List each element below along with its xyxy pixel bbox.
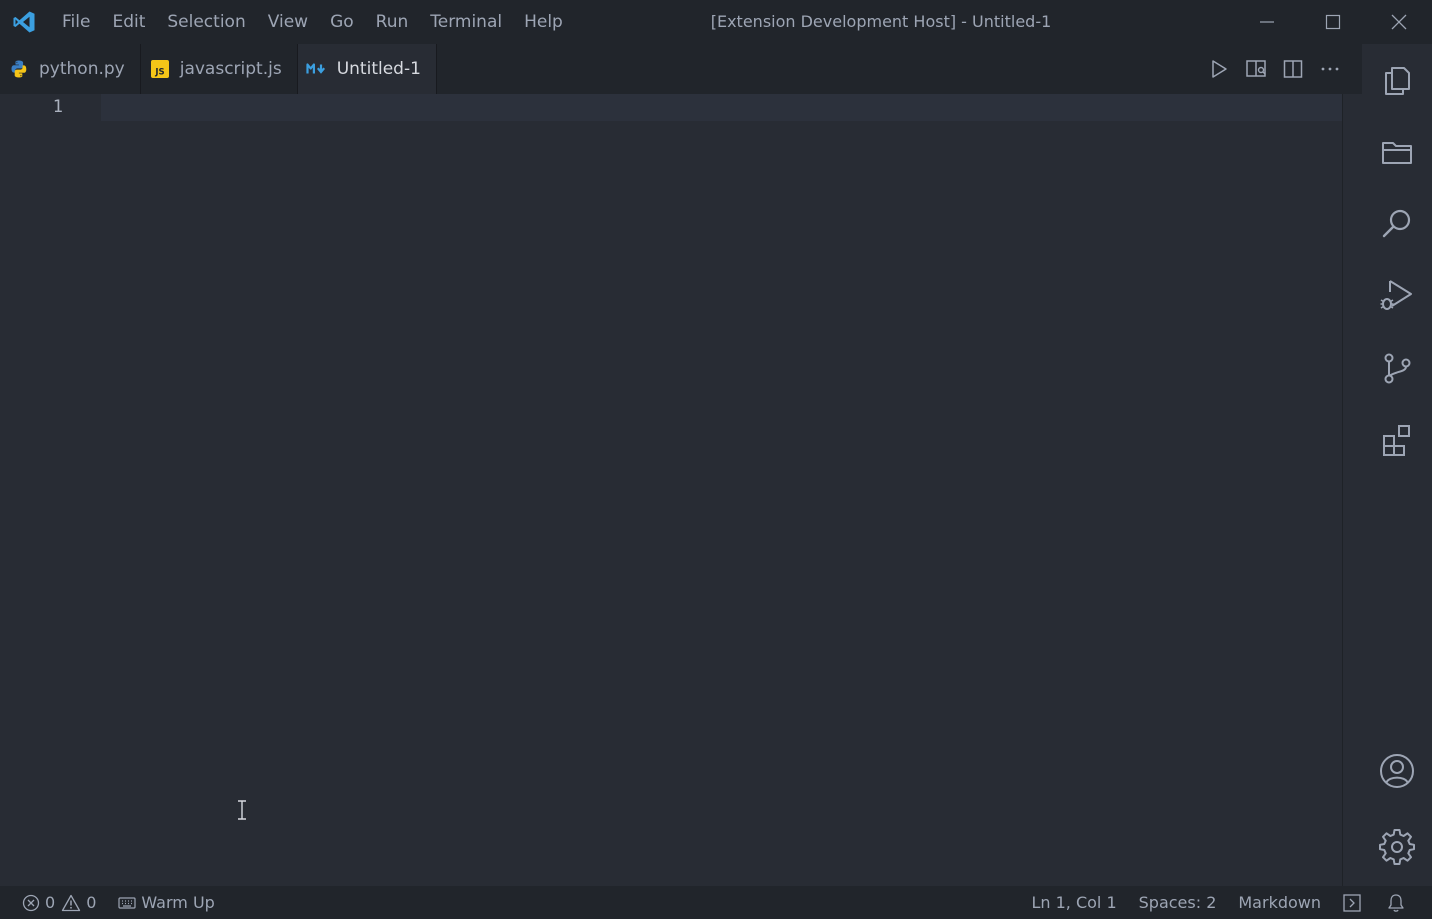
settings-gear-icon <box>1379 829 1415 865</box>
editor-scrollbar-divider <box>1342 94 1343 886</box>
menu-bar: File Edit Selection View Go Run Terminal… <box>51 0 574 44</box>
window-controls <box>1234 0 1432 44</box>
warm-up-status[interactable]: Warm Up <box>107 886 225 919</box>
mouse-cursor-ibeam-icon <box>236 800 248 824</box>
keyboard-icon <box>118 896 136 909</box>
maximize-button[interactable] <box>1300 0 1366 44</box>
run-debug-icon <box>1380 280 1412 310</box>
tab-python[interactable]: python.py <box>0 44 141 94</box>
svg-text:JS: JS <box>154 68 164 78</box>
javascript-file-icon: JS <box>149 58 171 80</box>
maximize-icon <box>1325 14 1341 30</box>
menu-run[interactable]: Run <box>365 0 420 44</box>
preview-side-icon <box>1245 60 1266 77</box>
menu-go[interactable]: Go <box>319 0 365 44</box>
tab-bar: python.py JS javascript.js Untitled-1 <box>0 44 1362 94</box>
ellipsis-icon <box>1321 67 1338 71</box>
account-icon <box>1380 754 1414 788</box>
vscode-logo-icon <box>11 9 37 35</box>
activity-folder[interactable] <box>1362 116 1432 188</box>
cursor-position[interactable]: Ln 1, Col 1 <box>1020 886 1127 919</box>
error-count: 0 <box>45 893 56 912</box>
bell-icon <box>1388 893 1404 912</box>
explorer-icon <box>1385 67 1410 95</box>
activity-accounts[interactable] <box>1362 735 1432 807</box>
run-button[interactable] <box>1200 44 1237 94</box>
minimize-button[interactable] <box>1234 0 1300 44</box>
tab-label-javascript: javascript.js <box>179 59 282 79</box>
menu-file[interactable]: File <box>51 0 101 44</box>
menu-edit[interactable]: Edit <box>101 0 156 44</box>
tab-label-python: python.py <box>39 59 125 79</box>
folder-icon <box>1382 142 1412 164</box>
activity-manage[interactable] <box>1362 810 1432 882</box>
status-bar: 0 0 Warm Up Ln 1, Col 1 Spaces: 2 Markdo… <box>0 886 1432 919</box>
search-icon <box>1382 209 1411 238</box>
activity-explorer[interactable] <box>1362 44 1432 116</box>
editor-actions <box>1200 44 1348 94</box>
indentation-spaces[interactable]: Spaces: 2 <box>1128 886 1228 919</box>
feedback-button[interactable] <box>1332 886 1377 919</box>
split-editor-icon <box>1283 60 1302 78</box>
problems-indicator[interactable]: 0 0 <box>22 886 107 919</box>
tab-untitled[interactable]: Untitled-1 <box>297 44 437 94</box>
tab-javascript[interactable]: JS javascript.js <box>141 44 298 94</box>
play-icon <box>1211 60 1227 78</box>
python-file-icon <box>8 58 30 80</box>
split-editor-button[interactable] <box>1274 44 1311 94</box>
close-window-button[interactable] <box>1366 0 1432 44</box>
warning-icon <box>62 894 81 911</box>
source-control-icon <box>1384 353 1411 384</box>
open-preview-button[interactable] <box>1237 44 1274 94</box>
menu-view[interactable]: View <box>257 0 319 44</box>
activity-extensions[interactable] <box>1362 404 1432 476</box>
minimize-icon <box>1260 21 1274 23</box>
menu-selection[interactable]: Selection <box>156 0 256 44</box>
menu-terminal[interactable]: Terminal <box>419 0 513 44</box>
more-actions-button[interactable] <box>1311 44 1348 94</box>
tab-label-untitled: Untitled-1 <box>336 59 421 79</box>
activity-search[interactable] <box>1362 188 1432 260</box>
error-icon <box>22 894 40 911</box>
line-number: 1 <box>52 97 63 117</box>
title-bar: File Edit Selection View Go Run Terminal… <box>0 0 1432 44</box>
activity-bar <box>1362 44 1432 886</box>
language-mode[interactable]: Markdown <box>1227 886 1332 919</box>
editor-area[interactable]: 1 <box>0 94 1342 886</box>
menu-help[interactable]: Help <box>513 0 574 44</box>
activity-source-control[interactable] <box>1362 332 1432 404</box>
notifications-button[interactable] <box>1377 886 1432 919</box>
warm-up-label: Warm Up <box>141 893 215 912</box>
warning-count: 0 <box>86 893 97 912</box>
current-line-highlight <box>101 94 1342 121</box>
markdown-file-icon <box>306 58 328 80</box>
activity-run-debug[interactable] <box>1362 260 1432 332</box>
layout-panel-icon <box>1343 893 1361 912</box>
close-icon <box>1391 14 1407 30</box>
extensions-icon <box>1383 425 1410 456</box>
